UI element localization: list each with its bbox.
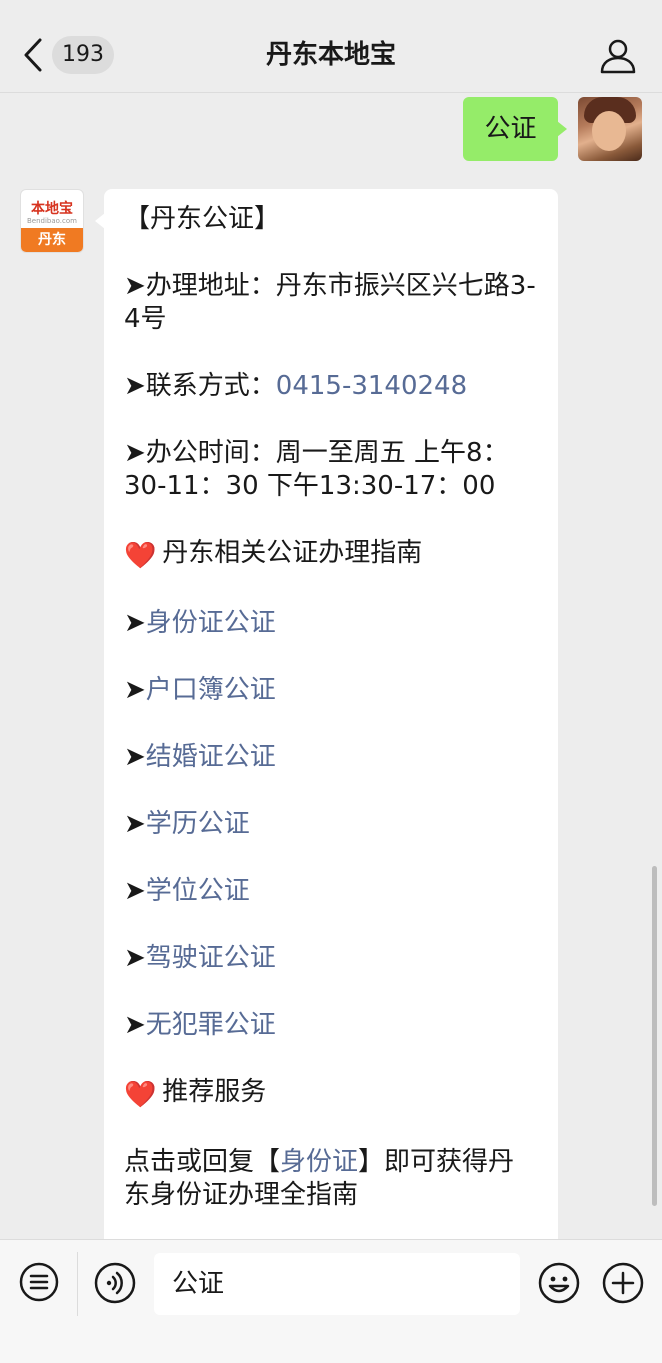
user-avatar[interactable]	[578, 97, 642, 161]
link-item: ➤驾驶证公证	[124, 942, 538, 975]
arrow-icon: ➤	[124, 809, 146, 839]
message-input[interactable]: 公证	[154, 1253, 520, 1315]
bar-divider	[77, 1252, 78, 1316]
profile-icon[interactable]	[598, 38, 638, 74]
bot-logo-subtext: Bendibao.com	[26, 217, 77, 225]
hours-line: ➤办公时间：周一至周五 上午8：30-11：30 下午13:30-17：00	[124, 438, 509, 501]
tip-id-card-link[interactable]: 身份证	[280, 1147, 358, 1177]
chat-header: 193 丹东本地宝	[0, 0, 662, 93]
arrow-icon: ➤	[124, 943, 146, 973]
arrow-icon: ➤	[124, 608, 146, 638]
arrow-icon: ➤	[124, 675, 146, 705]
guide-title-text: 丹东相关公证办理指南	[162, 538, 423, 568]
heart-icon: ❤️	[124, 541, 157, 571]
bot-avatar[interactable]: 本地宝 Bendibao.com 丹东	[20, 189, 84, 253]
link-item: ➤身份证公证	[124, 607, 538, 640]
arrow-icon: ➤	[124, 876, 146, 906]
arrow-icon: ➤	[124, 742, 146, 772]
plus-icon[interactable]	[602, 1262, 644, 1304]
tip-prefix: 点击或回复【	[124, 1147, 281, 1177]
heart-icon: ❤️	[124, 1080, 157, 1110]
link-item: ➤结婚证公证	[124, 741, 538, 774]
recommend-title-text: 推荐服务	[162, 1077, 267, 1107]
link-degree-notary[interactable]: 学位公证	[146, 876, 250, 906]
emoji-icon[interactable]	[538, 1262, 580, 1304]
arrow-icon: ➤	[124, 1010, 146, 1040]
link-item: ➤无犯罪公证	[124, 1009, 538, 1042]
address-line: ➤办理地址：丹东市振兴区兴七路3-4号	[124, 271, 536, 334]
incoming-message[interactable]: 【丹东公证】 ➤办理地址：丹东市振兴区兴七路3-4号 ➤联系方式：0415-31…	[95, 189, 558, 1239]
bot-logo-text: 本地宝	[31, 201, 73, 217]
menu-list-icon[interactable]	[18, 1262, 60, 1304]
link-id-card-notary[interactable]: 身份证公证	[146, 608, 276, 638]
contact-label: ➤联系方式：	[124, 371, 276, 401]
chat-area[interactable]: 公证 本地宝 Bendibao.com 丹东 【丹东公证】 ➤办理地址：丹东市振…	[0, 93, 662, 1239]
chat-title: 丹东本地宝	[265, 40, 396, 70]
link-no-criminal-notary[interactable]: 无犯罪公证	[146, 1010, 276, 1040]
link-education-notary[interactable]: 学历公证	[146, 809, 250, 839]
link-household-notary[interactable]: 户口簿公证	[146, 675, 276, 705]
link-driving-license-notary[interactable]: 驾驶证公证	[146, 943, 276, 973]
recommend-title: ❤️ 推荐服务	[124, 1076, 538, 1112]
voice-icon[interactable]	[94, 1262, 136, 1304]
tip-line: 点击或回复【身份证】即可获得丹东身份证办理全指南	[124, 1146, 538, 1212]
contact-line: ➤联系方式：0415-3140248	[124, 370, 538, 403]
avatar-face	[592, 111, 626, 151]
link-marriage-notary[interactable]: 结婚证公证	[146, 742, 276, 772]
message-heading: 【丹东公证】	[124, 204, 281, 234]
outgoing-message[interactable]: 公证	[463, 97, 567, 161]
bot-logo-city: 丹东	[21, 228, 83, 252]
scrollbar[interactable]	[652, 866, 657, 1206]
link-item: ➤学位公证	[124, 875, 538, 908]
link-item: ➤户口簿公证	[124, 674, 538, 707]
contact-phone-link[interactable]: 0415-3140248	[276, 371, 467, 401]
input-bar: 公证	[0, 1239, 662, 1363]
guide-title: ❤️ 丹东相关公证办理指南	[124, 537, 538, 573]
link-item: ➤学历公证	[124, 808, 538, 841]
